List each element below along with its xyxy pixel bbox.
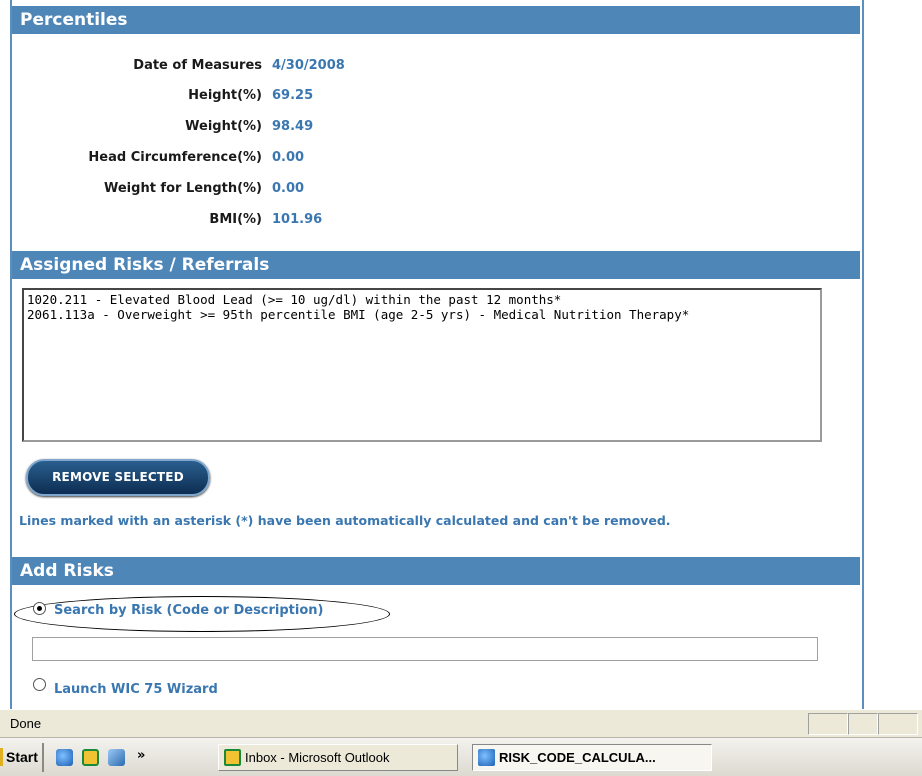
internet-explorer-icon: [478, 749, 495, 766]
percentile-value: 98.49: [272, 119, 314, 134]
percentile-label: Date of Measures: [133, 58, 262, 73]
assigned-risks-header: Assigned Risks / Referrals: [12, 251, 860, 279]
taskbar-item-risk-code[interactable]: RISK_CODE_CALCULA...: [472, 744, 712, 771]
search-by-risk-radio[interactable]: [33, 602, 46, 615]
browser-content: Percentiles Date of Measures 4/30/2008 H…: [0, 0, 922, 709]
percentile-label: BMI(%): [209, 212, 262, 227]
percentile-value: 4/30/2008: [272, 58, 345, 73]
status-pane: [808, 713, 848, 735]
taskbar-item-label: Inbox - Microsoft Outlook: [245, 750, 390, 765]
assigned-risks-listbox[interactable]: 1020.211 - Elevated Blood Lead (>= 10 ug…: [22, 288, 822, 442]
outlook-icon[interactable]: [82, 749, 99, 766]
internet-explorer-icon[interactable]: [56, 749, 73, 766]
remove-selected-button[interactable]: REMOVE SELECTED: [26, 459, 210, 496]
add-risks-header: Add Risks: [12, 557, 860, 585]
percentile-value: 101.96: [272, 212, 323, 227]
search-by-risk-label[interactable]: Search by Risk (Code or Description): [54, 603, 323, 618]
risk-list-item[interactable]: 2061.113a - Overweight >= 95th percentil…: [27, 307, 817, 322]
desktop-icon[interactable]: [108, 749, 125, 766]
launch-wizard-label[interactable]: Launch WIC 75 Wizard: [54, 682, 218, 697]
status-pane: [878, 713, 918, 735]
start-button[interactable]: Start: [0, 743, 44, 772]
launch-wizard-radio[interactable]: [33, 678, 46, 691]
percentile-label: Height(%): [188, 88, 262, 103]
quick-launch-chevron-icon[interactable]: »: [137, 748, 145, 763]
browser-status-bar: Done: [0, 709, 922, 737]
asterisk-note: Lines marked with an asterisk (*) have b…: [19, 513, 671, 528]
outlook-icon: [224, 749, 241, 766]
percentile-row: BMI(%) 101.96: [12, 212, 512, 232]
taskbar-item-outlook[interactable]: Inbox - Microsoft Outlook: [218, 744, 458, 771]
percentile-value: 69.25: [272, 88, 314, 103]
percentile-value: 0.00: [272, 181, 305, 196]
percentiles-header: Percentiles: [12, 6, 860, 34]
risk-list-item[interactable]: 1020.211 - Elevated Blood Lead (>= 10 ug…: [27, 292, 817, 307]
percentile-value: 0.00: [272, 150, 305, 165]
percentile-row: Weight(%) 98.49: [12, 119, 512, 139]
percentile-row: Height(%) 69.25: [12, 88, 512, 108]
percentile-label: Weight for Length(%): [103, 181, 262, 196]
percentile-row: Weight for Length(%) 0.00: [12, 181, 512, 201]
percentile-label: Weight(%): [185, 119, 262, 134]
risk-search-input[interactable]: [32, 637, 818, 661]
percentile-row: Date of Measures 4/30/2008: [12, 58, 512, 78]
percentile-label: Head Circumference(%): [88, 150, 262, 165]
windows-taskbar: Start » Inbox - Microsoft Outlook RISK_C…: [0, 737, 922, 776]
status-text: Done: [10, 716, 42, 731]
status-pane: [848, 713, 878, 735]
percentile-row: Head Circumference(%) 0.00: [12, 150, 512, 170]
taskbar-item-label: RISK_CODE_CALCULA...: [499, 750, 656, 765]
content-border-right: [862, 0, 864, 709]
